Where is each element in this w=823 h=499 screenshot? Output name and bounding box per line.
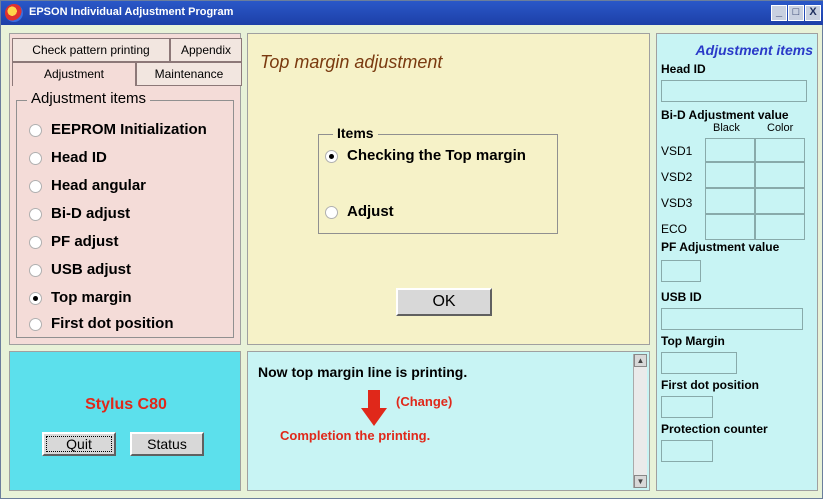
adjustment-items-group: Adjustment items EEPROM Initialization H… — [16, 90, 234, 338]
usb-id-label: USB ID — [661, 290, 702, 304]
items-group: Items Checking the Top margin Adjust — [318, 125, 558, 234]
model-panel: Stylus C80 Quit Status — [9, 351, 241, 491]
arrow-down-icon — [361, 390, 387, 426]
row-vsd2-label: VSD2 — [661, 170, 693, 184]
message-printing: Now top margin line is printing. — [258, 364, 468, 380]
tab-check-pattern-printing[interactable]: Check pattern printing — [12, 38, 170, 62]
radio-button[interactable] — [29, 152, 42, 165]
vsd3-black-field[interactable] — [705, 188, 755, 214]
pf-adjustment-label: PF Adjustment value — [661, 240, 780, 254]
adjustment-values-title: Adjustment items — [695, 42, 813, 58]
tab-appendix[interactable]: Appendix — [170, 38, 242, 62]
protection-counter-label: Protection counter — [661, 422, 768, 436]
vsd2-black-field[interactable] — [705, 162, 755, 188]
vsd2-color-field[interactable] — [755, 162, 805, 188]
message-scrollbar[interactable]: ▲ ▼ — [633, 354, 647, 488]
head-id-field[interactable] — [661, 80, 807, 102]
item-label: Adjust — [347, 203, 394, 220]
title-bar[interactable]: EPSON Individual Adjustment Program _ □ … — [1, 1, 823, 25]
radio-button-selected[interactable] — [29, 292, 42, 305]
option-label: PF adjust — [51, 233, 119, 250]
first-dot-position-field[interactable] — [661, 396, 713, 418]
radio-button[interactable] — [29, 124, 42, 137]
radio-button[interactable] — [325, 206, 338, 219]
status-button[interactable]: Status — [130, 432, 204, 456]
radio-button-selected[interactable] — [325, 150, 338, 163]
maximize-button[interactable]: □ — [788, 5, 804, 21]
quit-button[interactable]: Quit — [42, 432, 116, 456]
ok-button[interactable]: OK — [396, 288, 492, 316]
option-label: USB adjust — [51, 261, 132, 278]
app-window: EPSON Individual Adjustment Program _ □ … — [0, 0, 823, 499]
model-name: Stylus C80 — [85, 396, 167, 413]
radio-button[interactable] — [29, 180, 42, 193]
option-label: First dot position — [51, 315, 174, 332]
bid-adjustment-label: Bi-D Adjustment value — [661, 108, 789, 122]
row-eco-label: ECO — [661, 222, 688, 236]
option-label: Bi-D adjust — [51, 205, 131, 222]
head-id-label: Head ID — [661, 62, 706, 76]
message-change: (Change) — [396, 394, 453, 409]
usb-id-field[interactable] — [661, 308, 803, 330]
vsd1-black-field[interactable] — [705, 138, 755, 162]
radio-button[interactable] — [29, 318, 42, 331]
protection-counter-field[interactable] — [661, 440, 713, 462]
option-label: EEPROM Initialization — [51, 121, 207, 138]
radio-button[interactable] — [29, 236, 42, 249]
adjustment-panel: Check pattern printing Appendix Adjustme… — [9, 33, 242, 345]
option-label: Head angular — [51, 177, 147, 194]
option-label: Head ID — [51, 149, 107, 166]
message-completion: Completion the printing. — [280, 428, 431, 443]
vsd3-color-field[interactable] — [755, 188, 805, 214]
message-panel: Now top margin line is printing. (Change… — [247, 351, 650, 491]
eco-black-field[interactable] — [705, 214, 755, 240]
first-dot-position-label: First dot position — [661, 378, 759, 392]
eco-color-field[interactable] — [755, 214, 805, 240]
row-vsd1-label: VSD1 — [661, 144, 693, 158]
radio-button[interactable] — [29, 208, 42, 221]
top-margin-field[interactable] — [661, 352, 737, 374]
row-vsd3-label: VSD3 — [661, 196, 693, 210]
page-title: Top margin adjustment — [260, 52, 443, 72]
item-label: Checking the Top margin — [347, 147, 526, 164]
adjustment-values-panel: Adjustment items Head ID Bi-D Adjustment… — [656, 33, 818, 491]
close-button[interactable]: X — [805, 5, 821, 21]
col-black-header: Black — [713, 122, 740, 134]
window-title: EPSON Individual Adjustment Program — [29, 6, 234, 18]
items-heading: Items — [333, 125, 378, 141]
minimize-button[interactable]: _ — [771, 5, 787, 21]
scroll-up-arrow-icon[interactable]: ▲ — [634, 354, 647, 367]
epson-app-icon — [5, 4, 23, 22]
pf-adjustment-field[interactable] — [661, 260, 701, 282]
radio-button[interactable] — [29, 264, 42, 277]
scroll-down-arrow-icon[interactable]: ▼ — [634, 475, 647, 488]
vsd1-color-field[interactable] — [755, 138, 805, 162]
tab-maintenance[interactable]: Maintenance — [136, 62, 242, 86]
main-adjustment-panel: Top margin adjustment Items Checking the… — [247, 33, 650, 345]
col-color-header: Color — [767, 122, 794, 134]
adjustment-items-heading: Adjustment items — [27, 90, 151, 107]
option-label: Top margin — [51, 289, 132, 306]
tab-adjustment[interactable]: Adjustment — [12, 62, 136, 86]
top-margin-label: Top Margin — [661, 334, 725, 348]
